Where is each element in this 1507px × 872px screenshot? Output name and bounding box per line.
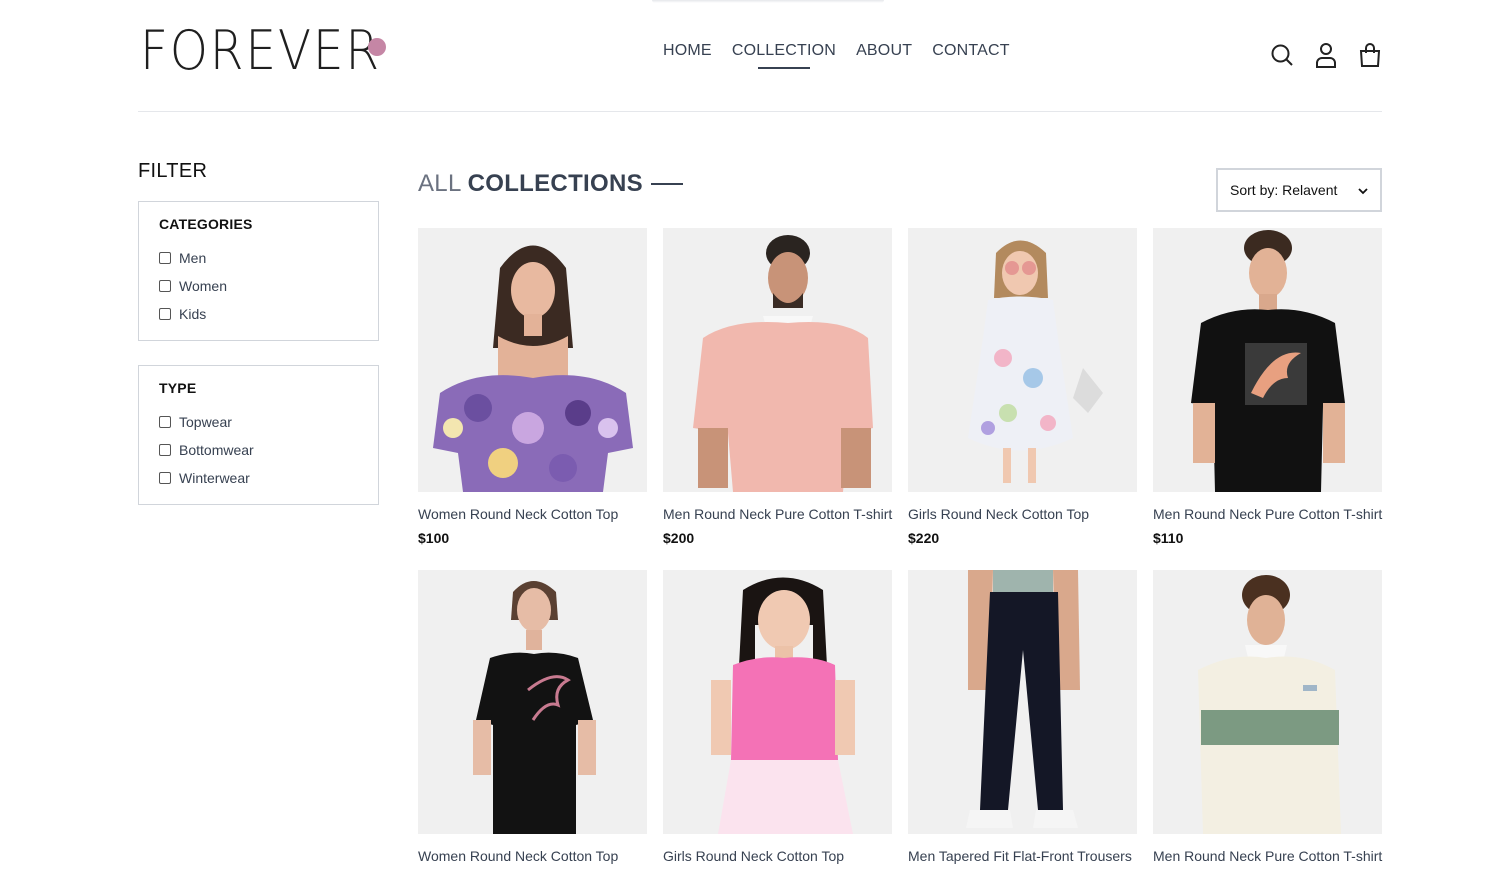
- product-name[interactable]: Girls Round Neck Cotton Top: [663, 848, 892, 864]
- filter-option-label: Bottomwear: [179, 442, 254, 458]
- nav-link-about[interactable]: ABOUT: [856, 42, 912, 60]
- product-card[interactable]: Girls Round Neck Cotton Top: [663, 570, 892, 872]
- checkbox[interactable]: [159, 280, 171, 292]
- product-image[interactable]: [663, 570, 892, 834]
- product-price: $110: [1153, 530, 1184, 546]
- nav-icons: [1270, 41, 1382, 69]
- page-title: ALL COLLECTIONS: [418, 170, 683, 198]
- title-part1: ALL: [418, 170, 462, 197]
- nav-links: HOME COLLECTION ABOUT CONTACT: [663, 42, 1010, 60]
- product-card[interactable]: Men Round Neck Pure Cotton T-shirt $110: [1153, 228, 1382, 546]
- filter-option-bottomwear[interactable]: Bottomwear: [159, 436, 358, 464]
- product-card[interactable]: Women Round Neck Cotton Top $100: [418, 228, 647, 546]
- filter-option-winterwear[interactable]: Winterwear: [159, 464, 358, 492]
- checkbox[interactable]: [159, 252, 171, 264]
- brand-logo-dot: [368, 38, 386, 56]
- product-price: $200: [663, 530, 695, 546]
- product-name[interactable]: Men Round Neck Pure Cotton T-shirt: [1153, 506, 1382, 522]
- filter-option-kids[interactable]: Kids: [159, 300, 358, 328]
- sort-select-value: Sort by: Relavent: [1230, 182, 1338, 198]
- product-card[interactable]: Men Round Neck Pure Cotton T-shirt $200: [663, 228, 892, 546]
- filter-option-women[interactable]: Women: [159, 272, 358, 300]
- product-name[interactable]: Men Tapered Fit Flat-Front Trousers: [908, 848, 1137, 864]
- nav-link-contact[interactable]: CONTACT: [932, 42, 1010, 60]
- product-image[interactable]: [418, 570, 647, 834]
- nav-link-home[interactable]: HOME: [663, 42, 712, 60]
- product-grid: Women Round Neck Cotton Top $100 Men Rou…: [418, 228, 1382, 872]
- type-filter: TYPE Topwear Bottomwear Winterwear: [138, 365, 379, 505]
- brand-logo[interactable]: FOREVER: [140, 18, 408, 84]
- type-heading: TYPE: [159, 380, 197, 396]
- product-card[interactable]: Men Round Neck Pure Cotton T-shirt: [1153, 570, 1382, 872]
- sort-select[interactable]: Sort by: Relavent: [1216, 168, 1382, 212]
- product-image[interactable]: [418, 228, 647, 492]
- product-image[interactable]: [908, 228, 1137, 492]
- filter-option-label: Men: [179, 250, 207, 266]
- categories-filter: CATEGORIES Men Women Kids: [138, 201, 379, 341]
- checkbox[interactable]: [159, 416, 171, 428]
- filter-sidebar: FILTER CATEGORIES Men Women Kids TYPE To…: [138, 160, 379, 529]
- product-card[interactable]: Men Tapered Fit Flat-Front Trousers: [908, 570, 1137, 872]
- product-image[interactable]: [908, 570, 1137, 834]
- nav-link-collection[interactable]: COLLECTION: [732, 42, 836, 60]
- product-image[interactable]: [1153, 570, 1382, 834]
- product-card[interactable]: Girls Round Neck Cotton Top $220: [908, 228, 1137, 546]
- profile-icon[interactable]: [1314, 41, 1338, 69]
- filter-title[interactable]: FILTER: [138, 160, 379, 183]
- filter-option-label: Topwear: [179, 414, 232, 430]
- product-price: $220: [908, 530, 940, 546]
- product-name[interactable]: Men Round Neck Pure Cotton T-shirt: [663, 506, 892, 522]
- product-name[interactable]: Women Round Neck Cotton Top: [418, 848, 647, 864]
- product-name[interactable]: Men Round Neck Pure Cotton T-shirt: [1153, 848, 1382, 864]
- filter-option-men[interactable]: Men: [159, 244, 358, 272]
- product-image[interactable]: [663, 228, 892, 492]
- filter-option-label: Women: [179, 278, 227, 294]
- filter-option-topwear[interactable]: Topwear: [159, 408, 358, 436]
- filter-option-label: Kids: [179, 306, 207, 322]
- checkbox[interactable]: [159, 308, 171, 320]
- chevron-down-icon: [1358, 182, 1368, 198]
- navbar: FOREVER HOME COLLECTION ABOUT CONTACT: [138, 0, 1382, 112]
- checkbox[interactable]: [159, 472, 171, 484]
- checkbox[interactable]: [159, 444, 171, 456]
- filter-option-label: Winterwear: [179, 470, 250, 486]
- product-image[interactable]: [1153, 228, 1382, 492]
- categories-heading: CATEGORIES: [159, 216, 253, 232]
- title-part2: COLLECTIONS: [467, 170, 643, 197]
- product-card[interactable]: Women Round Neck Cotton Top: [418, 570, 647, 872]
- search-icon[interactable]: [1270, 41, 1294, 69]
- cart-icon[interactable]: [1358, 41, 1382, 69]
- product-name[interactable]: Girls Round Neck Cotton Top: [908, 506, 1137, 522]
- product-name[interactable]: Women Round Neck Cotton Top: [418, 506, 647, 522]
- title-divider: [650, 183, 683, 185]
- brand-logo-text: FOREVER: [140, 19, 382, 82]
- product-price: $100: [418, 530, 450, 546]
